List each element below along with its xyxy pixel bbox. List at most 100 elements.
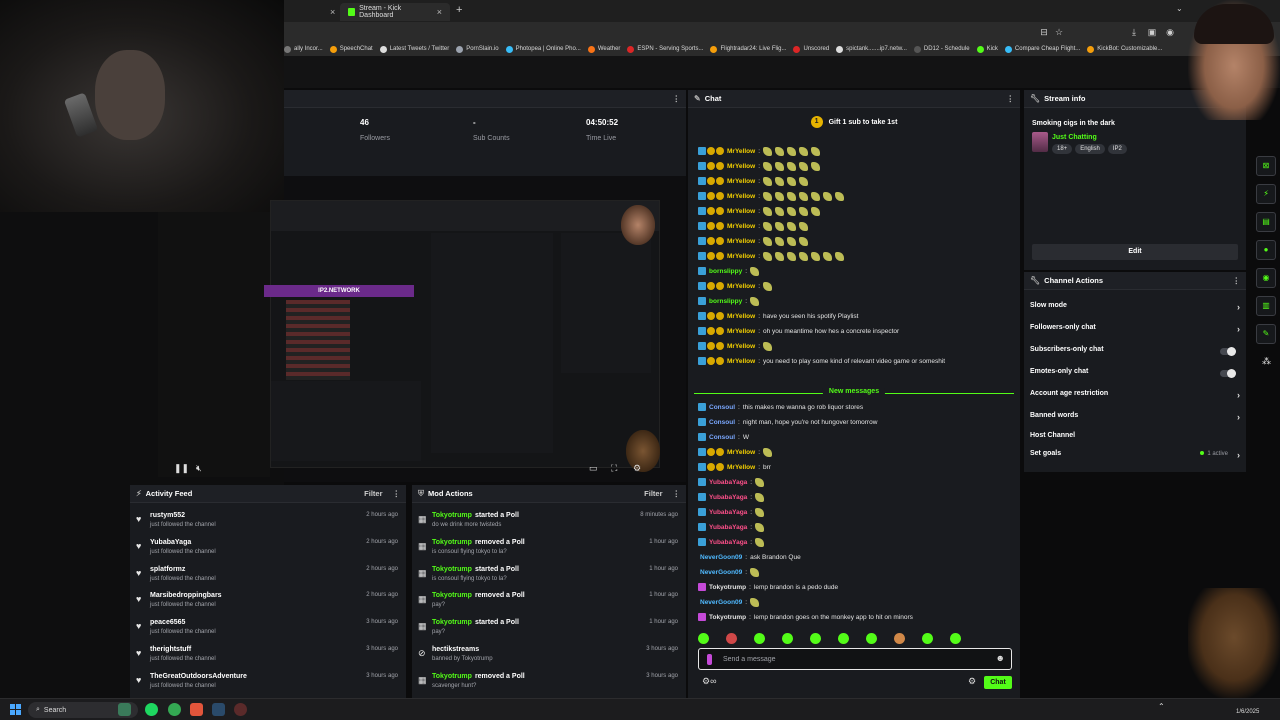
stream-tag[interactable]: 18+ bbox=[1052, 144, 1073, 154]
mod-username[interactable]: Tokyotrump bbox=[432, 673, 472, 680]
chat-username[interactable]: MrYellow bbox=[727, 193, 755, 200]
emote-icon[interactable] bbox=[866, 633, 877, 644]
activity-item[interactable]: ♥ peace6565 just followed the channel 3 hou… bbox=[130, 616, 406, 642]
chat-username[interactable]: YubabaYaga bbox=[709, 539, 747, 546]
activity-username[interactable]: YubabaYaga bbox=[150, 539, 191, 546]
bookmark-item[interactable]: Latest Tweets / Twitter bbox=[379, 45, 449, 53]
activity-item[interactable]: ♥ therightstuff just followed the channel 3… bbox=[130, 643, 406, 669]
chat-input[interactable] bbox=[723, 654, 983, 665]
chat-message[interactable]: MrYellow: bbox=[698, 339, 775, 353]
filter-button[interactable]: Filter bbox=[644, 489, 662, 498]
emote-icon[interactable] bbox=[950, 633, 961, 644]
mod-action-item[interactable]: ▦ Tokyotrump started a Poll pay? 1 hour ago bbox=[412, 616, 686, 642]
more-icon[interactable]: ⋮ bbox=[673, 489, 681, 498]
gift-sub-banner[interactable]: 1 Gift 1 sub to take 1st bbox=[688, 116, 1020, 128]
settings-icon[interactable]: ⚙ bbox=[633, 463, 641, 474]
chat-message[interactable]: bornslippy: bbox=[698, 264, 762, 278]
profile-icon[interactable]: ◉ bbox=[1165, 27, 1175, 37]
chevron-down-icon[interactable]: ⌄ bbox=[1176, 4, 1183, 13]
bookmark-item[interactable]: ally Incor... bbox=[284, 45, 323, 53]
chat-username[interactable]: MrYellow bbox=[727, 449, 755, 456]
mod-username[interactable]: hectikstreams bbox=[432, 646, 479, 653]
infinity-icon[interactable]: ⚙∞ bbox=[702, 676, 716, 687]
chat-message[interactable]: MrYellow: bbox=[698, 445, 775, 459]
bookmark-item[interactable]: Kick bbox=[976, 45, 998, 53]
emote-icon[interactable] bbox=[810, 633, 821, 644]
notes-icon[interactable]: ▤ bbox=[1256, 212, 1276, 232]
chat-message[interactable]: bornslippy: bbox=[698, 294, 762, 308]
extension-icon[interactable]: ▣ bbox=[1147, 27, 1157, 37]
channel-action-item[interactable]: Account age restriction › bbox=[1030, 390, 1240, 404]
chat-username[interactable]: MrYellow bbox=[727, 358, 755, 365]
fullscreen-icon[interactable]: ⛶ bbox=[611, 463, 617, 474]
chat-message[interactable]: YubabaYaga: bbox=[698, 520, 767, 534]
emote-icon[interactable] bbox=[726, 633, 737, 644]
spotify-icon[interactable] bbox=[145, 703, 158, 716]
chat-username[interactable]: NeverGoon09 bbox=[700, 599, 742, 606]
chat-message[interactable]: YubabaYaga: bbox=[698, 490, 767, 504]
close-icon[interactable]: × bbox=[330, 7, 335, 17]
chat-message[interactable]: MrYellow: bbox=[698, 279, 775, 293]
chat-username[interactable]: MrYellow bbox=[727, 178, 755, 185]
mod-action-item[interactable]: ▦ Tokyotrump removed a Poll pay? 1 hour ago bbox=[412, 589, 686, 615]
channel-action-item[interactable]: Subscribers-only chat bbox=[1030, 346, 1240, 360]
chat-username[interactable]: MrYellow bbox=[727, 283, 755, 290]
activity-username[interactable]: Marsibedroppingbars bbox=[150, 592, 222, 599]
settings-icon[interactable]: ⚙ bbox=[968, 676, 976, 687]
star-icon[interactable]: ☆ bbox=[1054, 27, 1064, 37]
obs-icon[interactable] bbox=[234, 703, 247, 716]
emote-icon[interactable] bbox=[782, 633, 793, 644]
tray-chevron-icon[interactable]: ⌃ bbox=[1158, 702, 1165, 711]
chat-username[interactable]: bornslippy bbox=[709, 268, 742, 275]
channel-action-item[interactable]: Set goals › 1 active bbox=[1030, 450, 1240, 464]
bolt-icon[interactable]: ⚡︎ bbox=[1256, 184, 1276, 204]
tools-icon[interactable]: ✎ bbox=[1256, 324, 1276, 344]
mod-username[interactable]: Tokyotrump bbox=[432, 539, 472, 546]
chat-username[interactable]: YubabaYaga bbox=[709, 494, 747, 501]
activity-item[interactable]: ♥ TheGreatOutdoorsAdventure just followed … bbox=[130, 670, 406, 696]
broadcast-icon[interactable]: ◉ bbox=[1256, 268, 1276, 288]
bookmark-item[interactable]: Flightradar24: Live Flig... bbox=[710, 45, 786, 53]
chat-message[interactable]: YubabaYaga: bbox=[698, 505, 767, 519]
emote-icon[interactable] bbox=[698, 633, 709, 644]
chat-message[interactable]: NeverGoon09: bbox=[698, 595, 762, 609]
more-icon[interactable]: ⋮ bbox=[1007, 94, 1015, 103]
emote-icon[interactable] bbox=[754, 633, 765, 644]
chat-username[interactable]: NeverGoon09 bbox=[700, 569, 742, 576]
mod-action-item[interactable]: ▦ Tokyotrump started a Poll is consoul flyi… bbox=[412, 563, 686, 589]
chat-username[interactable]: MrYellow bbox=[727, 464, 755, 471]
chat-username[interactable]: bornslippy bbox=[709, 298, 742, 305]
chat-message[interactable]: YubabaYaga: bbox=[698, 535, 767, 549]
chat-message[interactable]: MrYellow: have you seen his spotify Playl… bbox=[698, 309, 858, 323]
pause-icon[interactable]: ❚❚ bbox=[174, 463, 189, 474]
activity-username[interactable]: splatformz bbox=[150, 566, 185, 573]
chat-message[interactable]: Consoul: this makes me wanna go rob liquo… bbox=[698, 400, 863, 414]
stream-tag[interactable]: IP2 bbox=[1107, 144, 1127, 154]
filter-button[interactable]: Filter bbox=[364, 489, 382, 498]
chat-message[interactable]: MrYellow: bbox=[698, 159, 823, 173]
chat-username[interactable]: MrYellow bbox=[727, 208, 755, 215]
chat-username[interactable]: MrYellow bbox=[727, 328, 755, 335]
chat-username[interactable]: MrYellow bbox=[727, 313, 755, 320]
emote-icon[interactable] bbox=[894, 633, 905, 644]
channel-action-item[interactable]: Emotes-only chat bbox=[1030, 368, 1240, 382]
toggle-switch[interactable] bbox=[1220, 369, 1236, 378]
chat-message[interactable]: Consoul: night man, hope you're not hungo… bbox=[698, 415, 877, 429]
chat-username[interactable]: MrYellow bbox=[727, 223, 755, 230]
mod-view-icon[interactable]: ⊠ bbox=[1256, 156, 1276, 176]
chat-username[interactable]: Consoul bbox=[709, 419, 735, 426]
chat-username[interactable]: Tokyotrump bbox=[709, 584, 746, 591]
chat-message[interactable]: YubabaYaga: bbox=[698, 475, 767, 489]
activity-item[interactable]: ♥ Marsibedroppingbars just followed the ch… bbox=[130, 589, 406, 615]
app-icon[interactable] bbox=[190, 703, 203, 716]
activity-username[interactable]: peace6565 bbox=[150, 619, 185, 626]
chat-username[interactable]: MrYellow bbox=[727, 238, 755, 245]
chat-message[interactable]: MrYellow: oh you meantime how hes a concr… bbox=[698, 324, 899, 338]
chat-message[interactable]: MrYellow: bbox=[698, 189, 847, 203]
chat-username[interactable]: MrYellow bbox=[727, 343, 755, 350]
chat-username[interactable]: YubabaYaga bbox=[709, 524, 747, 531]
mod-action-item[interactable]: ▦ Tokyotrump removed a Poll is consoul flyi… bbox=[412, 536, 686, 562]
mod-action-item[interactable]: ▦ Tokyotrump removed a Poll scavenger hunt?… bbox=[412, 670, 686, 696]
mod-username[interactable]: Tokyotrump bbox=[432, 592, 472, 599]
bookmark-item[interactable]: Compare Cheap Flight... bbox=[1004, 45, 1080, 53]
